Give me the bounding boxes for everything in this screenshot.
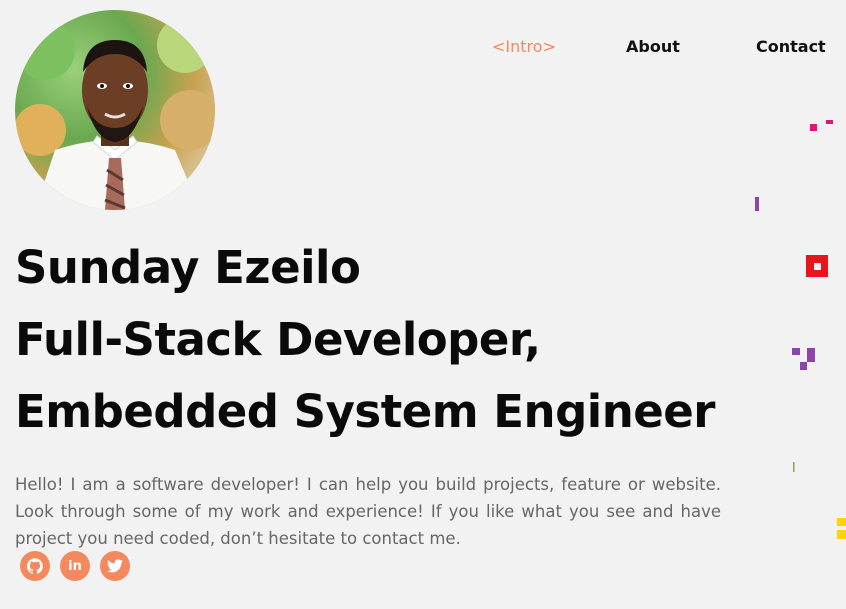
deco-olive-line — [793, 462, 795, 472]
nav-item-intro[interactable]: <Intro> — [492, 37, 556, 56]
top-nav: <Intro> About Contact — [470, 37, 830, 57]
deco-red-square — [806, 255, 828, 277]
hero-heading: Sunday Ezeilo Full-Stack Developer, Embe… — [15, 232, 735, 448]
nav-item-about[interactable]: About — [626, 37, 680, 56]
hero-role-line-1: Full-Stack Developer, — [15, 313, 541, 366]
twitter-icon — [107, 559, 123, 573]
deco-purple-bar — [755, 197, 759, 211]
avatar-portrait — [15, 17, 215, 210]
deco-purple-pixels — [792, 348, 815, 370]
linkedin-link[interactable]: in — [60, 551, 90, 581]
linkedin-icon: in — [68, 558, 82, 574]
github-icon — [27, 558, 43, 574]
nav-item-contact[interactable]: Contact — [756, 37, 826, 56]
avatar — [15, 10, 215, 210]
deco-pink-pixels — [810, 120, 833, 131]
twitter-link[interactable] — [100, 551, 130, 581]
hero-name: Sunday Ezeilo — [15, 241, 361, 294]
github-link[interactable] — [20, 551, 50, 581]
intro-paragraph: Hello! I am a software developer! I can … — [15, 474, 721, 548]
hero-role-line-2: Embedded System Engineer — [15, 385, 715, 438]
deco-yellow-pixels — [837, 518, 846, 539]
portfolio-page: <Intro> About Contact Sunday Ezeilo Full… — [0, 0, 846, 609]
